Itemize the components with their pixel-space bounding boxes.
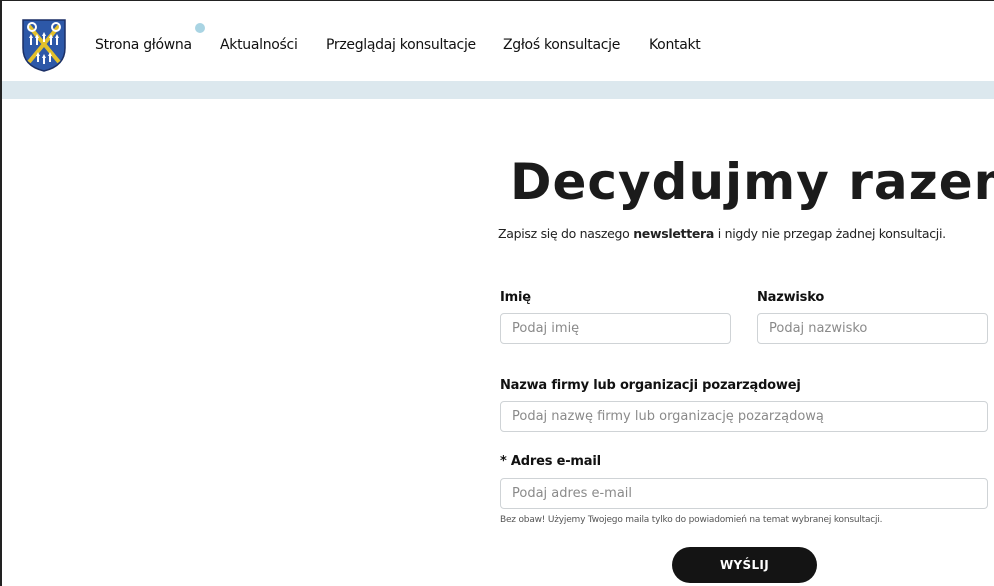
nav-item-report-consultations[interactable]: Zgłoś konsultacje: [503, 37, 620, 53]
last-name-label: Nazwisko: [757, 290, 825, 305]
subtitle-newsletter-word: newslettera: [633, 226, 715, 241]
subtitle-text-start: Zapisz się do naszego: [498, 226, 634, 241]
first-name-input[interactable]: [500, 313, 731, 344]
page-title: Decydujmy razem!: [510, 153, 994, 211]
header-divider-band: [2, 81, 994, 99]
subtitle-text-end: i nigdy nie przegap żadnej konsultacji.: [714, 226, 946, 241]
company-label: Nazwa firmy lub organizacji pozarządowej: [500, 378, 801, 393]
email-input[interactable]: [500, 478, 988, 509]
nav-item-home[interactable]: Strona główna: [95, 37, 192, 53]
submit-button[interactable]: WYŚLIJ: [672, 547, 817, 583]
site-header: Strona główna Aktualności Przeglądaj kon…: [2, 1, 994, 81]
last-name-input[interactable]: [757, 313, 988, 344]
nav-item-browse-consultations[interactable]: Przeglądaj konsultacje: [326, 37, 476, 53]
newsletter-subtitle: Zapisz się do naszego newslettera i nigd…: [498, 226, 946, 241]
nav-item-contact[interactable]: Kontakt: [649, 37, 701, 53]
email-privacy-hint: Bez obaw! Użyjemy Twojego maila tylko do…: [500, 515, 883, 525]
page: Strona główna Aktualności Przeglądaj kon…: [0, 0, 994, 586]
nav-item-news[interactable]: Aktualności: [220, 37, 298, 53]
first-name-label: Imię: [500, 290, 531, 305]
email-label: * Adres e-mail: [500, 454, 601, 469]
coat-of-arms-logo[interactable]: [21, 18, 67, 72]
company-input[interactable]: [500, 401, 988, 432]
active-indicator-dot: [195, 23, 205, 33]
